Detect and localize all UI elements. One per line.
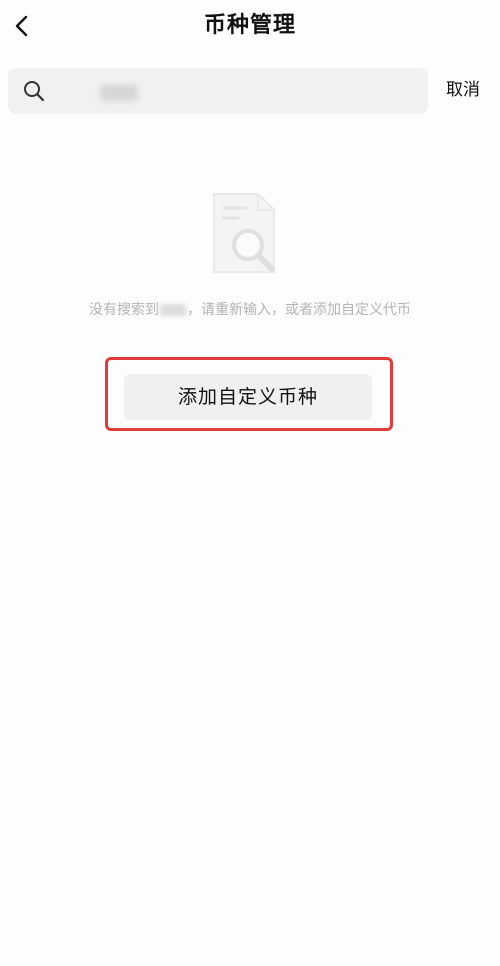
search-icon [24, 81, 45, 102]
page-title: 币种管理 [203, 13, 296, 38]
currency-management-screen: 币种管理 取消 没有搜索到 ，请重新输入，或者添加自定义代币 添加自定义币种 [0, 0, 500, 966]
add-custom-currency-button[interactable]: 添加自定义币种 [124, 374, 372, 420]
empty-state-message: 没有搜索到 ，请重新输入，或者添加自定义代币 [70, 300, 430, 320]
empty-message-suffix: ，请重新输入，或者添加自定义代币 [187, 302, 411, 318]
search-query-redacted [100, 85, 138, 101]
query-redacted [160, 304, 186, 316]
header-bar: 币种管理 [0, 0, 500, 54]
empty-message-prefix: 没有搜索到 [89, 302, 159, 318]
search-bar[interactable] [8, 68, 428, 114]
cancel-button[interactable]: 取消 [446, 78, 480, 102]
document-search-icon [213, 193, 275, 273]
